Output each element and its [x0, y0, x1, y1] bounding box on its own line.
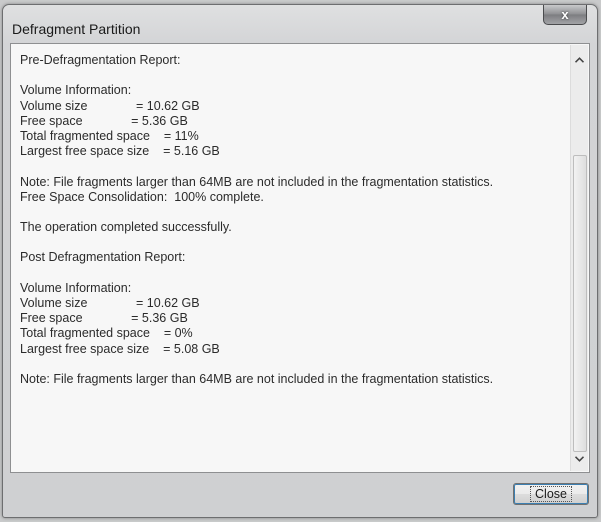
report-line: Largest free space size = 5.16 GB: [20, 144, 220, 159]
scroll-thumb[interactable]: [573, 155, 587, 452]
report-line: Total fragmented space = 0%: [20, 326, 193, 341]
report-line: Free space = 5.36 GB: [20, 311, 188, 326]
report-line: Note: File fragments larger than 64MB ar…: [20, 371, 494, 386]
report-line: Pre-Defragmentation Report:: [20, 53, 181, 67]
report-line: Post Defragmentation Report:: [20, 250, 186, 265]
scroll-up-button[interactable]: [571, 51, 588, 68]
scroll-down-button[interactable]: [571, 450, 588, 467]
report-box: Pre-Defragmentation Report: Volume Infor…: [10, 43, 590, 473]
defragment-dialog: Defragment Partition x Pre-Defragmentati…: [2, 4, 598, 518]
report-line: Note: File fragments larger than 64MB ar…: [20, 174, 494, 189]
title-bar[interactable]: Defragment Partition x: [3, 5, 597, 45]
report-text: Pre-Defragmentation Report: Volume Infor…: [12, 45, 571, 471]
report-line: Largest free space size = 5.08 GB: [20, 341, 220, 356]
chevron-down-icon: [575, 455, 584, 462]
report-line: Volume size = 10.62 GB: [20, 296, 200, 310]
report-blank-line: [20, 266, 571, 281]
close-icon: x: [561, 7, 569, 22]
report-blank-line: [20, 159, 571, 174]
close-button[interactable]: Close: [513, 483, 589, 505]
report-line: Free Space Consolidation: 100% complete.: [20, 189, 264, 204]
report-blank-line: [20, 357, 571, 372]
report-line: Volume size = 10.62 GB: [20, 98, 200, 113]
report-line: The operation completed successfully.: [20, 220, 232, 235]
report-blank-line: [20, 68, 571, 83]
close-button-label: Close: [530, 486, 572, 502]
chevron-up-icon: [575, 56, 584, 63]
report-line: Volume Information:: [20, 83, 132, 98]
report-line: Total fragmented space = 11%: [20, 128, 199, 143]
report-blank-line: [20, 235, 571, 250]
report-line: Free space = 5.36 GB: [20, 113, 188, 128]
vertical-scrollbar[interactable]: [570, 45, 588, 471]
window-close-button[interactable]: x: [543, 5, 587, 25]
report-blank-line: [20, 205, 571, 220]
window-title: Defragment Partition: [12, 21, 141, 37]
report-line: Volume Information:: [20, 280, 132, 295]
